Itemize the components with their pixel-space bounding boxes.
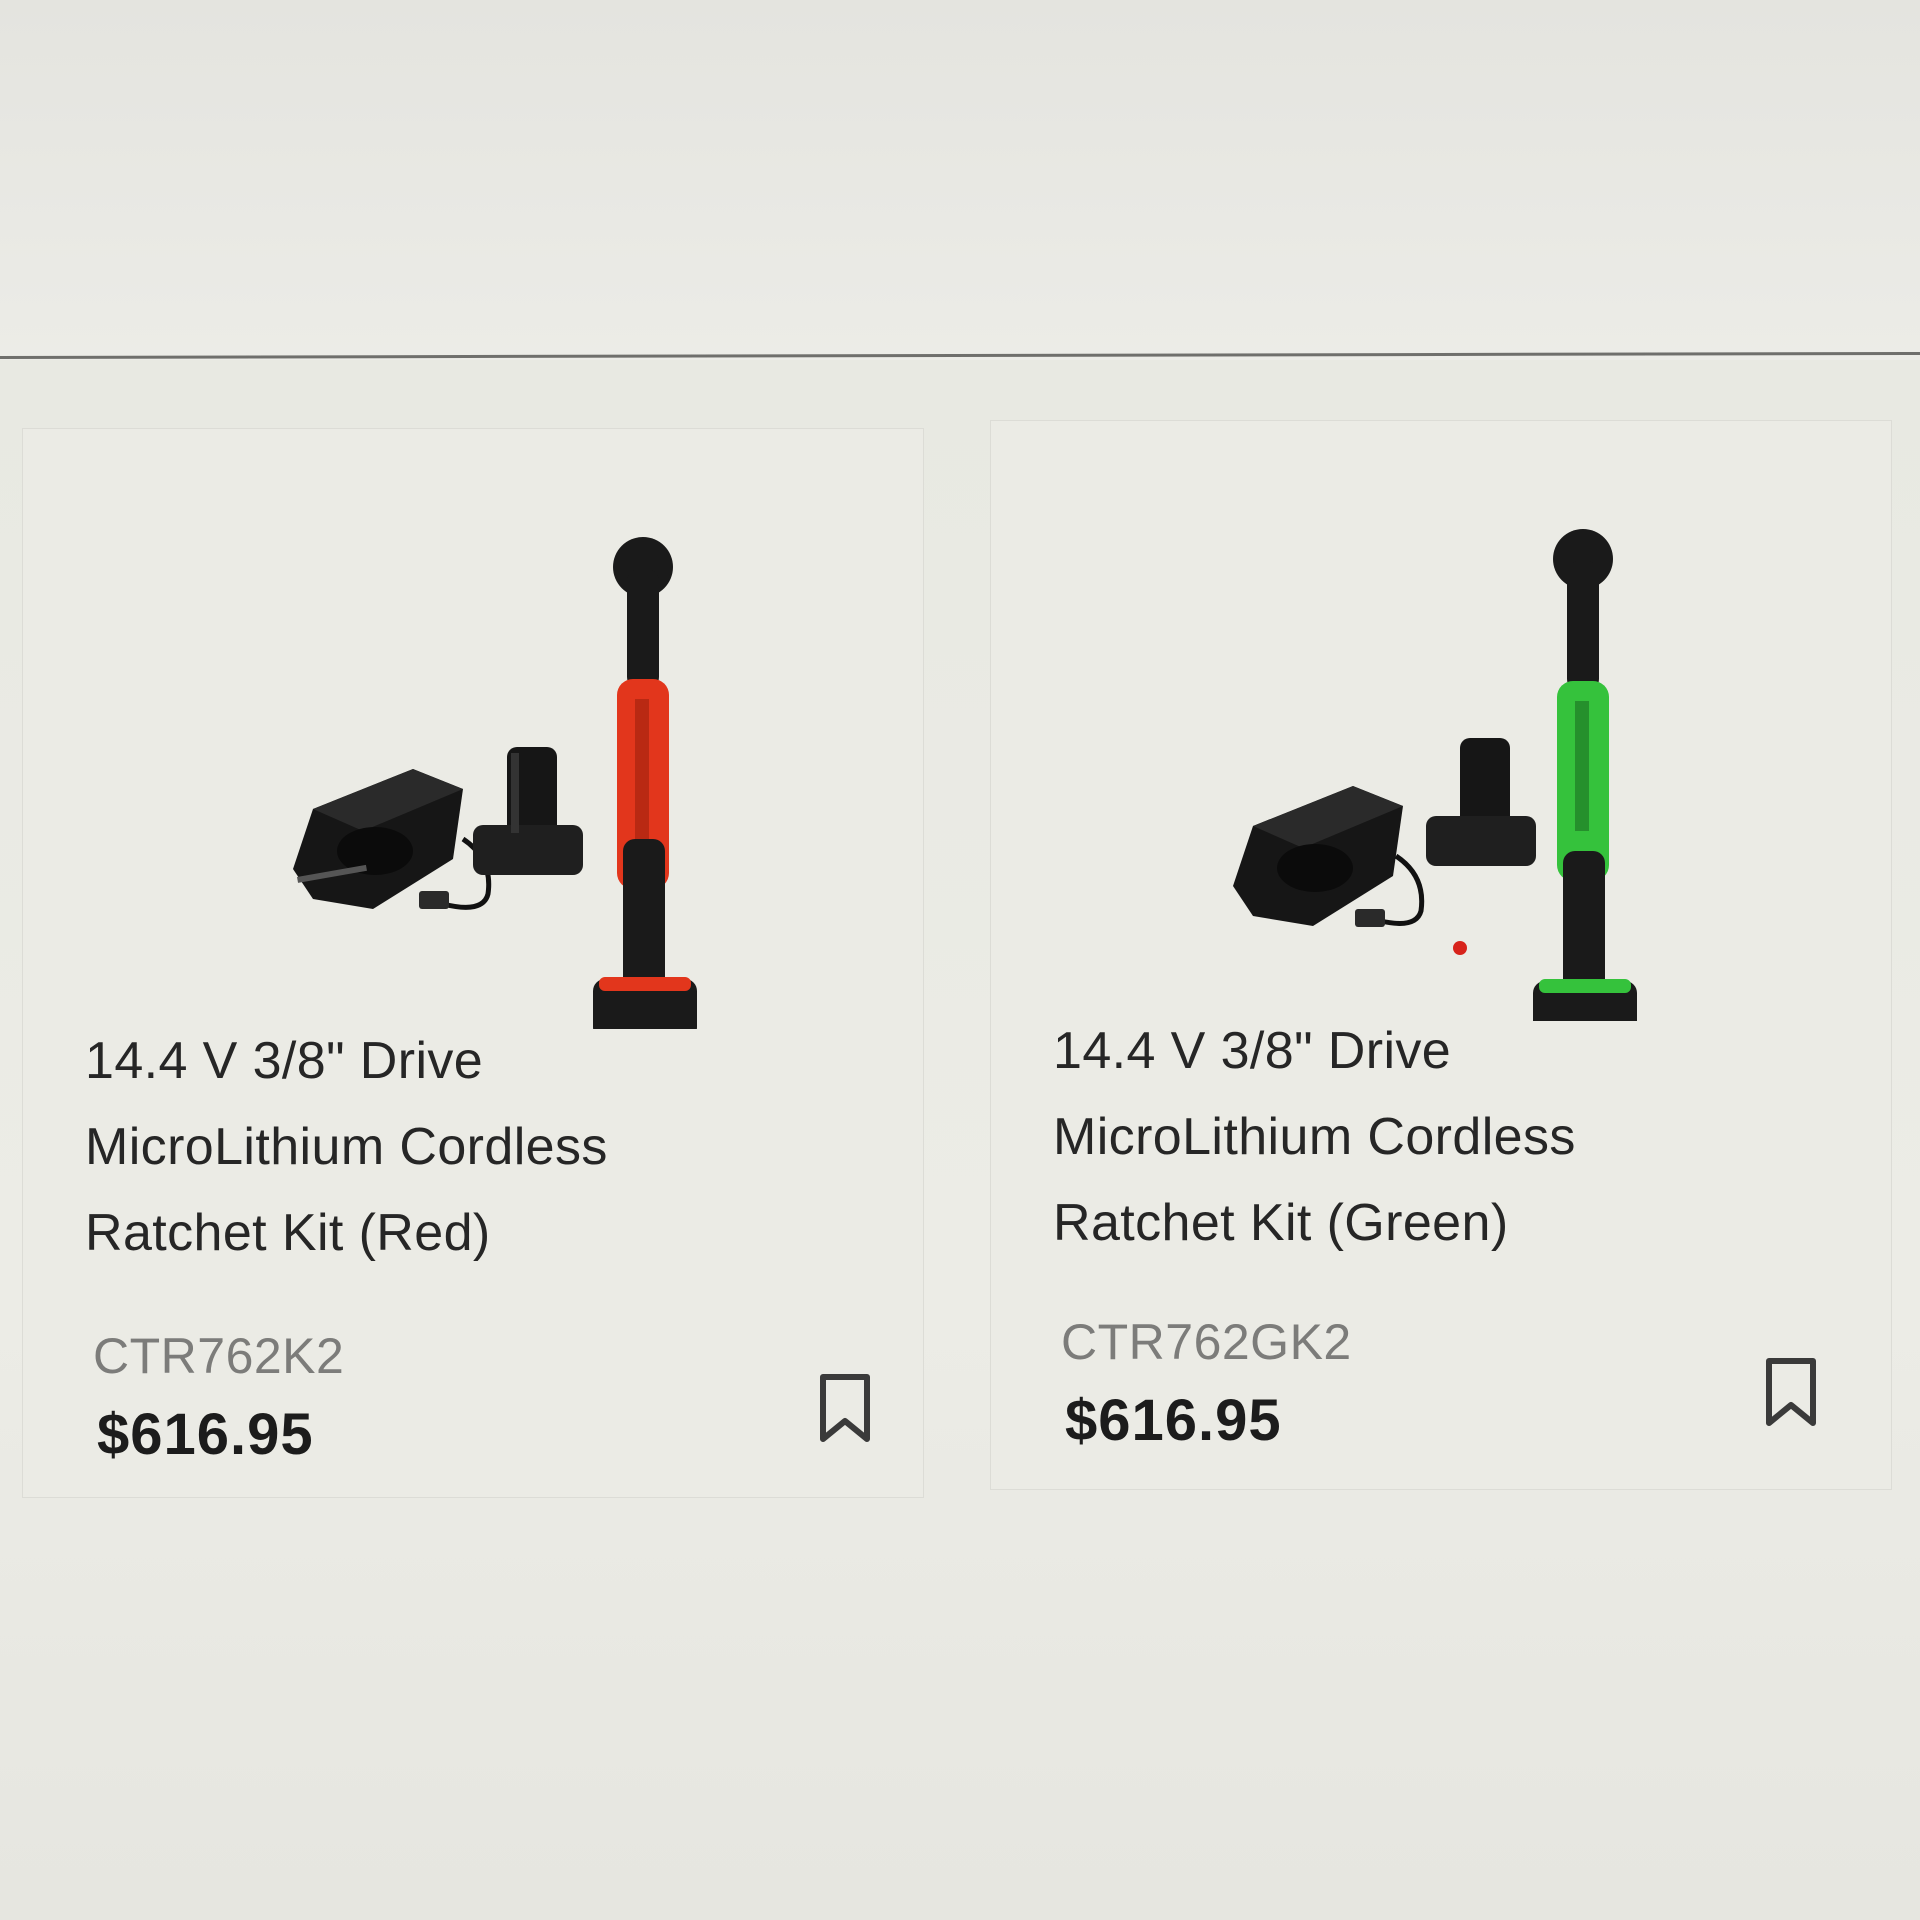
- product-price: $616.95: [97, 1402, 314, 1467]
- product-title-line-1[interactable]: 14.4 V 3/8" Drive: [1053, 1021, 1451, 1081]
- product-title-line-2[interactable]: MicroLithium Cordless: [1053, 1107, 1576, 1167]
- product-sku: CTR762K2: [93, 1328, 345, 1384]
- product-price: $616.95: [1065, 1388, 1282, 1453]
- product-sku: CTR762GK2: [1061, 1314, 1352, 1370]
- ratchet-kit-green-icon[interactable]: [991, 421, 1891, 1021]
- ratchet-kit-red-icon[interactable]: [23, 429, 923, 1029]
- top-header-area: [0, 0, 1920, 360]
- bookmark-icon[interactable]: [1761, 1357, 1821, 1429]
- product-title-line-2[interactable]: MicroLithium Cordless: [85, 1117, 608, 1177]
- bookmark-icon[interactable]: [815, 1373, 875, 1445]
- product-title-line-3[interactable]: Ratchet Kit (Red): [85, 1203, 491, 1263]
- product-card-green[interactable]: 14.4 V 3/8" Drive MicroLithium Cordless …: [990, 420, 1892, 1490]
- product-card-red[interactable]: 14.4 V 3/8" Drive MicroLithium Cordless …: [22, 428, 924, 1498]
- product-title-line-3[interactable]: Ratchet Kit (Green): [1053, 1193, 1509, 1253]
- product-title-line-1[interactable]: 14.4 V 3/8" Drive: [85, 1031, 483, 1091]
- indicator-dot: [1453, 941, 1467, 955]
